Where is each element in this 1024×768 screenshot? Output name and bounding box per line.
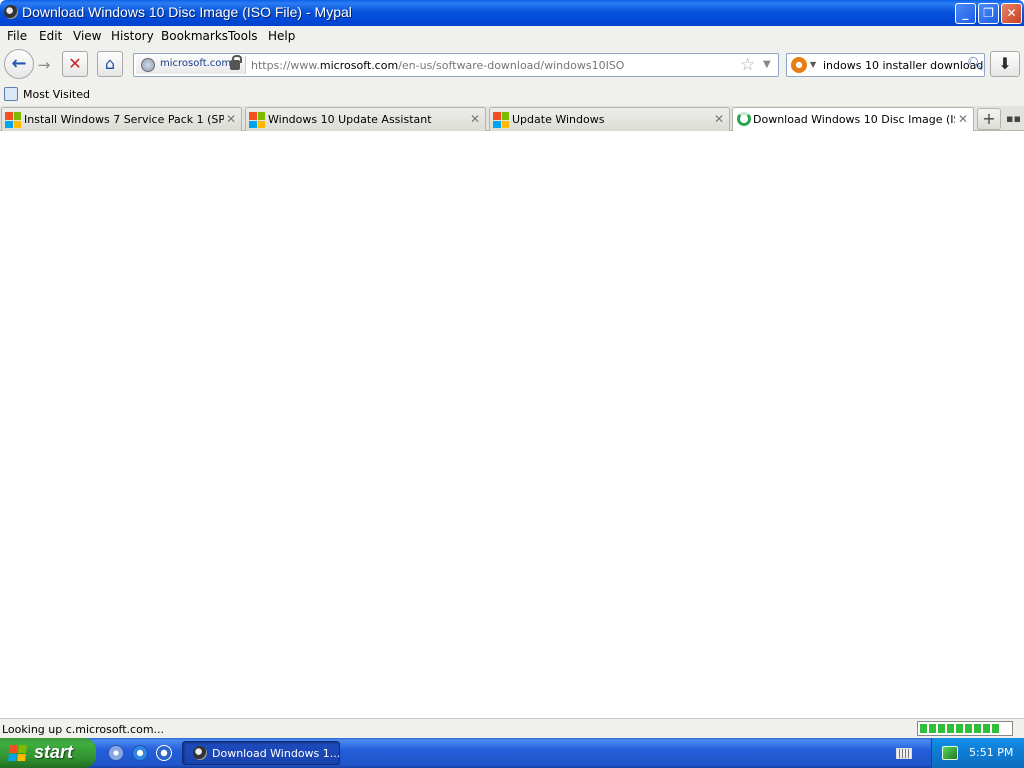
restore-button[interactable]: ❐ [978, 3, 999, 24]
microsoft-logo-icon [493, 112, 509, 128]
address-bar[interactable]: microsoft.com https://www.microsoft.com/… [133, 53, 779, 77]
forward-button[interactable]: → [34, 55, 54, 75]
tab-label: Download Windows 10 Disc Image (ISO... [753, 113, 955, 126]
window-title: Download Windows 10 Disc Image (ISO File… [22, 4, 352, 20]
globe-icon [141, 58, 155, 72]
keyboard-icon[interactable] [896, 748, 912, 759]
bookmark-star-icon[interactable]: ☆ [740, 55, 755, 75]
new-tab-button[interactable]: + [977, 108, 1001, 130]
microsoft-logo-icon [249, 112, 265, 128]
minimize-button[interactable]: _ [955, 3, 976, 24]
close-tab-icon[interactable]: ✕ [714, 112, 724, 126]
downloads-button[interactable]: ⬇ [990, 51, 1020, 77]
navigation-toolbar: ← → ✕ ⌂ microsoft.com https://www.micros… [0, 46, 1024, 84]
back-button[interactable]: ← [4, 49, 34, 79]
menu-bar: File Edit View History Bookmarks Tools H… [0, 26, 1024, 46]
site-identity-button[interactable]: microsoft.com [136, 55, 246, 74]
close-button[interactable]: ✕ [1001, 3, 1022, 24]
stop-button[interactable]: ✕ [62, 51, 88, 77]
taskbar-window-label: Download Windows 1... [212, 747, 341, 760]
close-tab-icon[interactable]: ✕ [226, 112, 236, 126]
history-dropdown-icon[interactable]: ▼ [763, 59, 771, 70]
menu-edit[interactable]: Edit [39, 29, 62, 43]
taskbar: start Download Windows 1... 5:51 PM [0, 738, 1024, 768]
menu-bookmarks[interactable]: Bookmarks [161, 29, 228, 43]
url-domain: microsoft.com [319, 59, 399, 72]
menu-file[interactable]: File [7, 29, 27, 43]
lock-icon [230, 55, 242, 70]
tab-label: Windows 10 Update Assistant [268, 113, 432, 126]
search-bar[interactable]: ▼ indows 10 installer download 🔍︎ [786, 53, 985, 77]
close-tab-icon[interactable]: ✕ [470, 112, 480, 126]
internet-explorer-icon[interactable] [132, 745, 148, 761]
chevron-down-icon[interactable]: ▼ [810, 60, 816, 69]
media-player-icon[interactable] [156, 745, 172, 761]
tab-strip: Install Windows 7 Service Pack 1 (SP1) ✕… [0, 106, 1024, 132]
taskbar-window-button[interactable]: Download Windows 1... [182, 741, 340, 765]
list-all-tabs-icon[interactable]: ▪▪ [1006, 112, 1021, 125]
menu-history[interactable]: History [111, 29, 154, 43]
app-icon [4, 5, 18, 19]
url-input[interactable]: https://www.microsoft.com/en-us/software… [251, 59, 624, 72]
tab-download-windows-10-iso[interactable]: Download Windows 10 Disc Image (ISO... ✕ [732, 107, 974, 132]
close-tab-icon[interactable]: ✕ [958, 112, 968, 126]
status-bar: Looking up c.microsoft.com... [0, 718, 1024, 738]
menu-tools[interactable]: Tools [228, 29, 258, 43]
status-text: Looking up c.microsoft.com... [2, 723, 165, 736]
most-visited-bookmark[interactable]: Most Visited [23, 88, 90, 101]
url-path: /en-us/software-download/windows10ISO [398, 59, 625, 72]
tab-label: Update Windows [512, 113, 605, 126]
bookmarks-toolbar: Most Visited [0, 84, 1024, 106]
microsoft-logo-icon [5, 112, 21, 128]
start-button[interactable]: start [0, 738, 96, 768]
most-visited-icon [4, 87, 18, 101]
home-button[interactable]: ⌂ [97, 51, 123, 77]
progress-fill [920, 724, 1001, 733]
url-prefix: https://www. [251, 59, 320, 72]
network-icon[interactable] [942, 746, 958, 760]
show-desktop-icon[interactable] [108, 745, 124, 761]
loading-spinner-icon [737, 112, 751, 126]
app-icon [193, 746, 207, 760]
tab-label: Install Windows 7 Service Pack 1 (SP1) [24, 113, 224, 126]
windows-logo-icon [8, 745, 27, 761]
tab-update-windows[interactable]: Update Windows ✕ [489, 107, 730, 131]
search-engine-icon[interactable] [791, 57, 807, 73]
menu-view[interactable]: View [73, 29, 101, 43]
loading-progress-bar [917, 721, 1013, 736]
clock[interactable]: 5:51 PM [969, 746, 1013, 759]
site-identity-domain: microsoft.com [160, 58, 232, 69]
tab-windows-10-update-assistant[interactable]: Windows 10 Update Assistant ✕ [245, 107, 486, 131]
title-bar[interactable]: Download Windows 10 Disc Image (ISO File… [0, 0, 1024, 26]
system-tray: 5:51 PM [931, 738, 1024, 768]
tab-install-windows-7-sp1[interactable]: Install Windows 7 Service Pack 1 (SP1) ✕ [1, 107, 242, 131]
menu-help[interactable]: Help [268, 29, 295, 43]
start-label: start [34, 742, 74, 762]
search-input[interactable]: indows 10 installer download [823, 59, 983, 72]
search-icon[interactable]: 🔍︎ [967, 57, 984, 72]
page-content[interactable] [0, 131, 1024, 718]
